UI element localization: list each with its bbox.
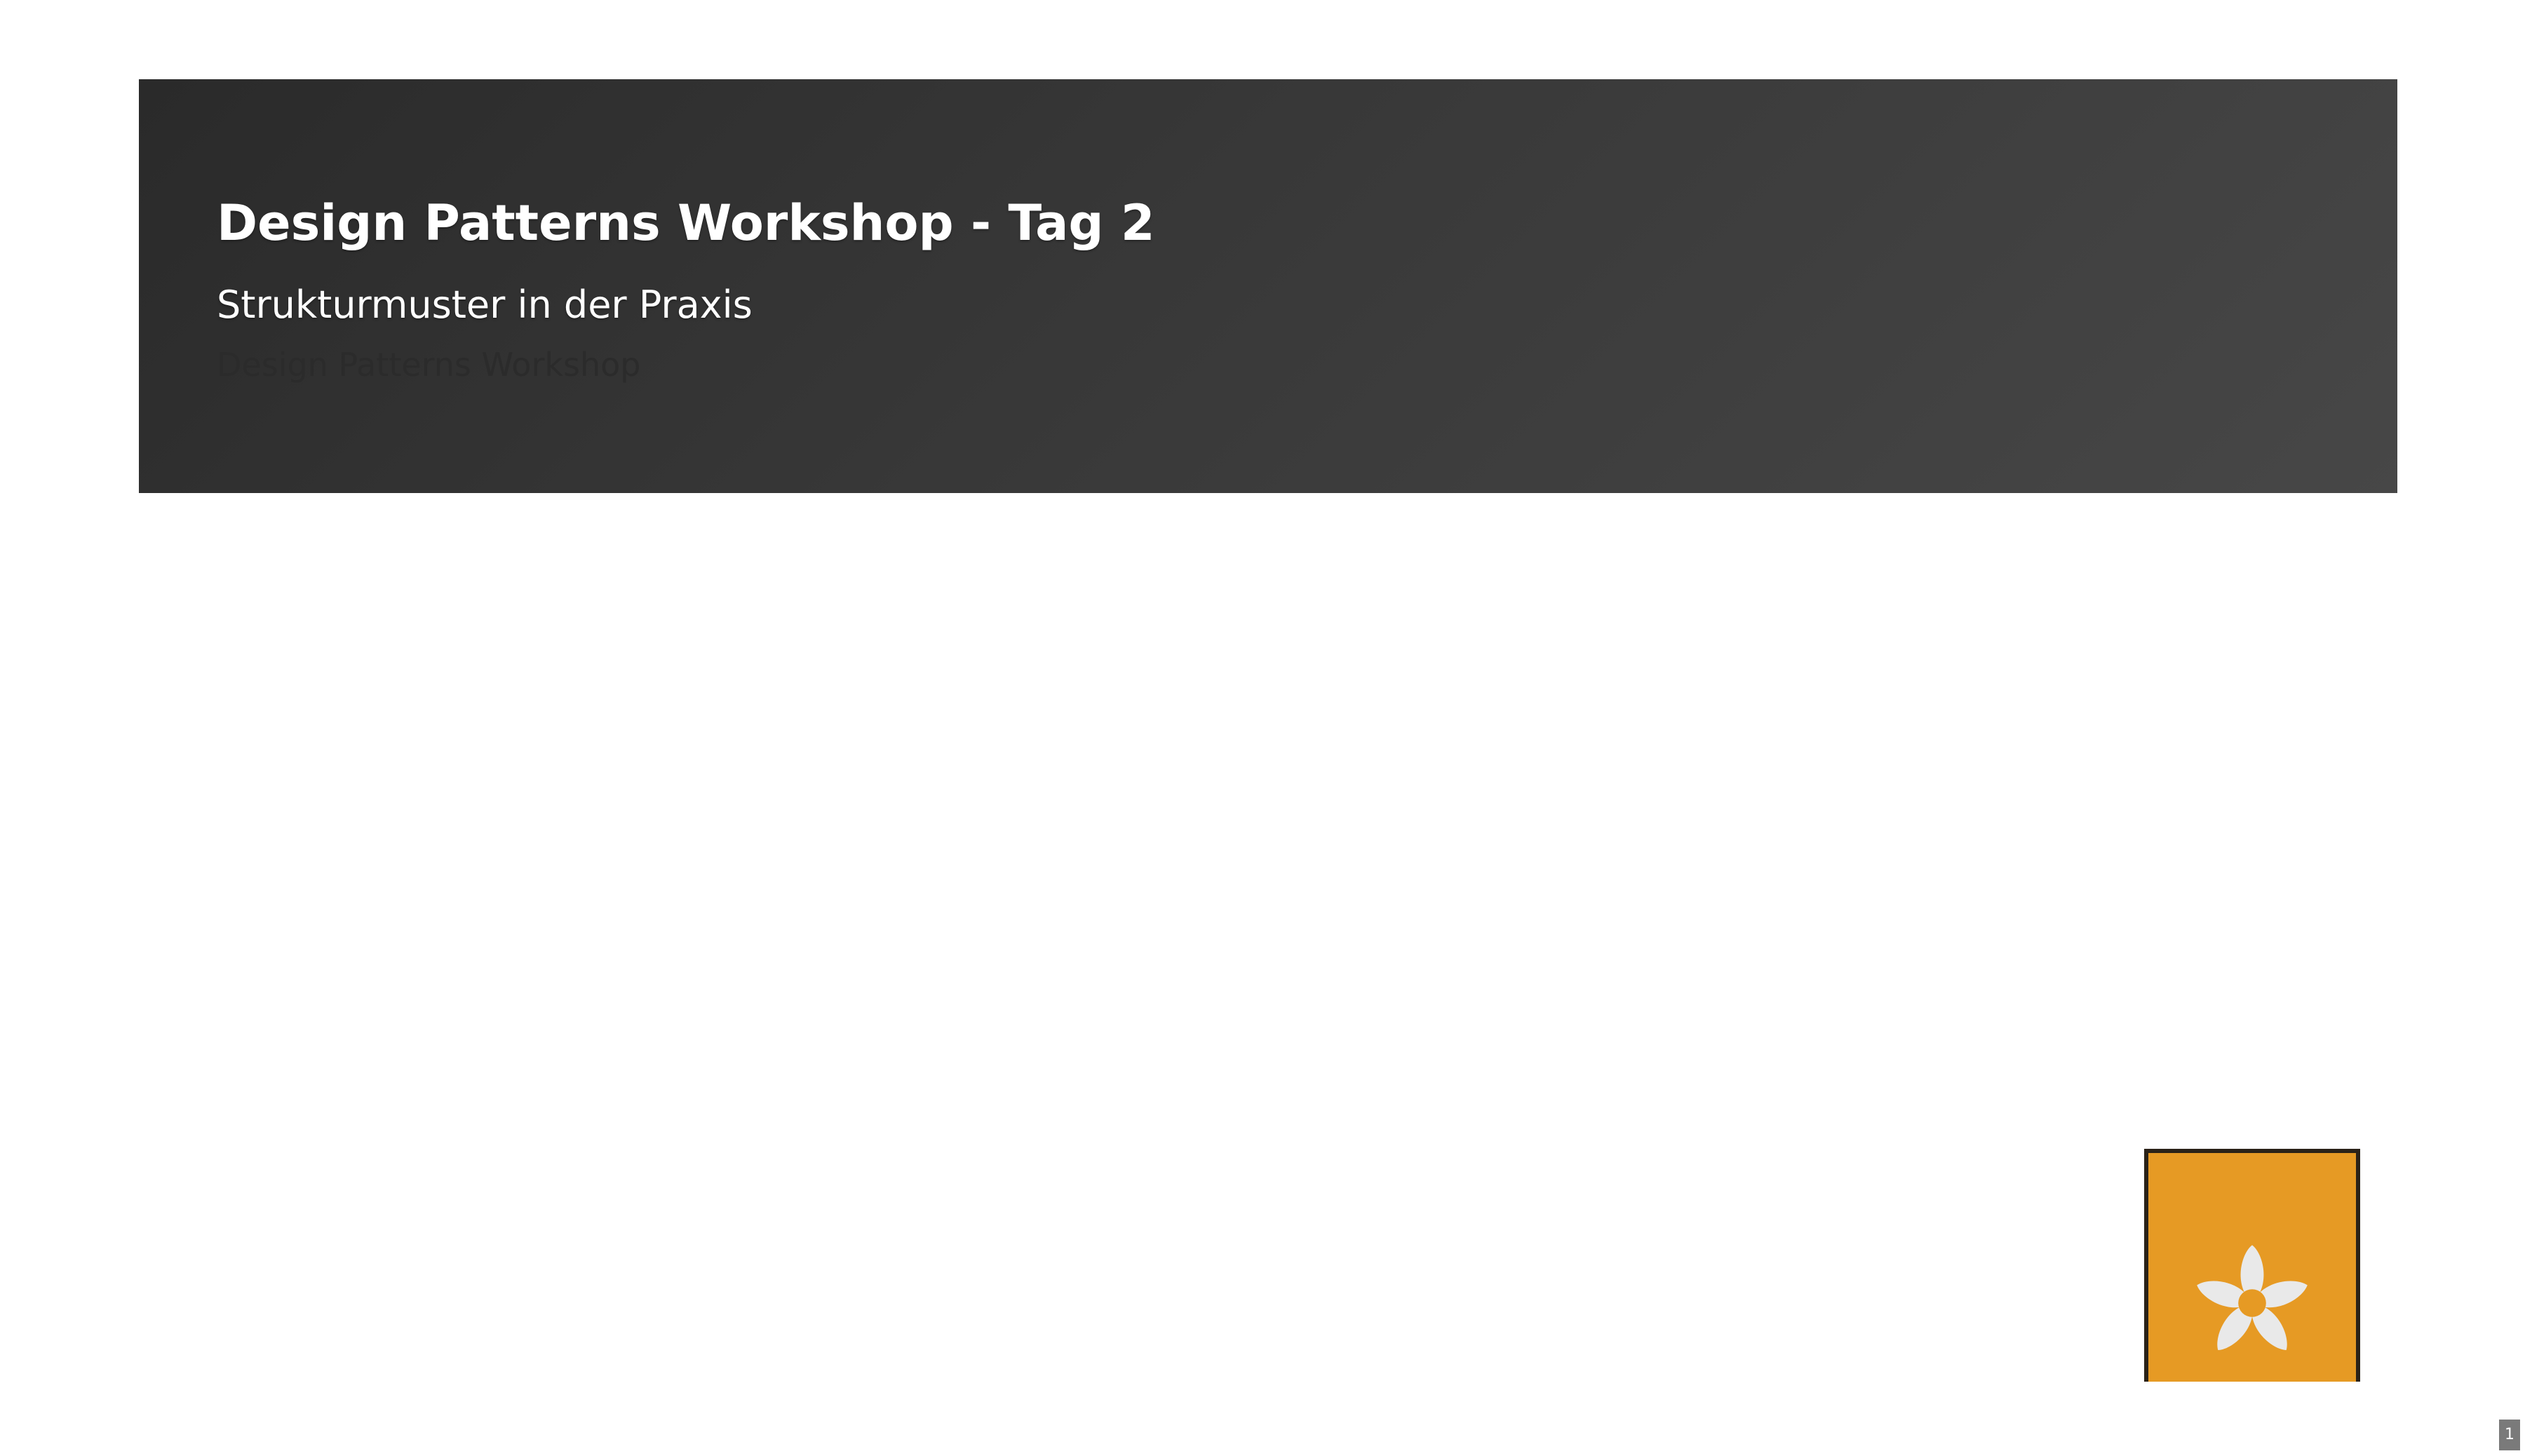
title-slide: Design Patterns Workshop - Tag 2 Struktu… xyxy=(0,0,2525,1456)
slide-subtitle: Strukturmuster in der Praxis xyxy=(217,283,753,327)
logo-badge xyxy=(2144,1149,2360,1382)
flower-icon xyxy=(2197,1245,2308,1350)
slide-caption: Design Patterns Workshop xyxy=(217,346,641,384)
slide-title: Design Patterns Workshop - Tag 2 xyxy=(217,194,1155,252)
page-number: 1 xyxy=(2499,1420,2520,1450)
title-banner: Design Patterns Workshop - Tag 2 Struktu… xyxy=(139,79,2397,493)
